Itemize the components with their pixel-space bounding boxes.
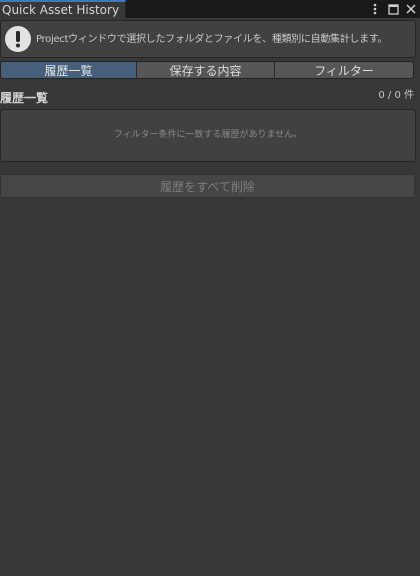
editor-window: Quick Asset History Projectウィンドウで選択したフォル… [0,0,420,576]
title-bar: Quick Asset History [0,0,420,18]
help-box: Projectウィンドウで選択したフォルダとファイルを、種類別に自動集計します。 [0,20,416,58]
tab-toolbar: 履歴一覧 保存する内容 フィルター [0,61,414,79]
tab-saved-content[interactable]: 保存する内容 [137,62,275,78]
empty-message: フィルター条件に一致する履歴がありません。 [113,130,303,140]
maximize-icon[interactable] [387,2,399,16]
tab-history-list[interactable]: 履歴一覧 [1,62,137,78]
window-tab-label: Quick Asset History [2,3,120,17]
tab-filter[interactable]: フィルター [275,62,413,78]
history-count: 0 / 0 件 [378,90,414,101]
title-icons [369,0,417,18]
clear-history-button[interactable]: 履歴をすべて削除 [0,174,415,198]
kebab-menu-icon[interactable] [369,2,381,16]
window-tab[interactable]: Quick Asset History [0,0,126,18]
close-icon[interactable] [405,2,417,16]
section-title: 履歴一覧 [0,91,49,105]
help-text: Projectウィンドウで選択したフォルダとファイルを、種類別に自動集計します。 [36,34,388,45]
info-icon [5,26,31,52]
history-list: フィルター条件に一致する履歴がありません。 [0,109,416,162]
